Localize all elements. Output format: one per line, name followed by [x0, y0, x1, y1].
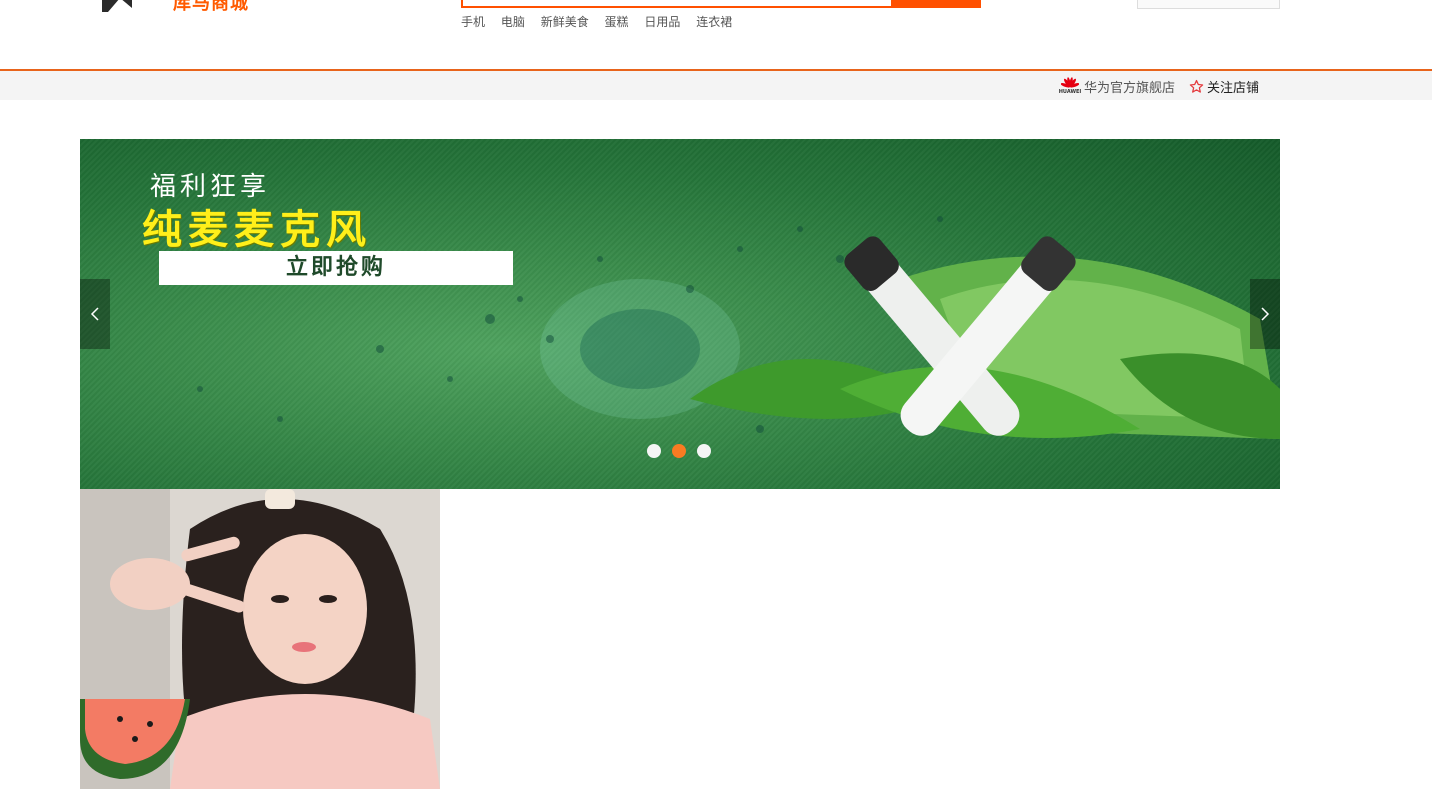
search-button[interactable] [891, 0, 981, 8]
follow-shop-label: 关注店铺 [1207, 80, 1260, 96]
carousel-dot-2[interactable] [672, 444, 686, 458]
hot-word-link[interactable]: 蛋糕 [605, 15, 629, 29]
hot-word-link[interactable]: 日用品 [644, 15, 680, 29]
follow-shop-button[interactable]: 关注店铺 [1189, 77, 1259, 96]
banner-carousel[interactable]: 福利狂享 纯麦麦克风 立即抢购 [80, 139, 1280, 489]
chevron-left-icon [90, 307, 99, 321]
banner-title: 纯麦麦克风 [142, 207, 372, 253]
star-outline-icon [1189, 79, 1204, 93]
shop-info: HUAWEI 华为官方旗舰店 关注店铺 [1059, 76, 1259, 96]
product-photo[interactable] [80, 489, 440, 789]
huawei-logo-icon: HUAWEI [1059, 76, 1081, 96]
shop-name-link[interactable]: 华为官方旗舰店 [1084, 77, 1175, 96]
search-input[interactable] [461, 0, 893, 8]
header-cart-box[interactable] [1137, 0, 1280, 9]
person-photo-image [80, 489, 440, 789]
chevron-right-icon [1261, 307, 1270, 321]
carousel-dot-3[interactable] [697, 444, 711, 458]
huawei-logo-text: HUAWEI [1058, 89, 1082, 95]
carousel-prev-button[interactable] [80, 279, 110, 349]
site-logo-text[interactable]: 库马商城 [173, 0, 249, 15]
buy-now-button[interactable]: 立即抢购 [159, 251, 513, 285]
hot-search-words: 手机 电脑 新鲜美食 蛋糕 日用品 连衣裙 [461, 13, 744, 30]
site-logo-icon[interactable] [100, 0, 134, 12]
carousel-dot-1[interactable] [647, 444, 661, 458]
carousel-next-button[interactable] [1250, 279, 1280, 349]
hot-word-link[interactable]: 手机 [461, 15, 485, 29]
shop-bar: HUAWEI 华为官方旗舰店 关注店铺 [0, 69, 1432, 100]
carousel-dots [647, 444, 722, 458]
hot-word-link[interactable]: 电脑 [501, 15, 525, 29]
hot-word-link[interactable]: 新鲜美食 [541, 15, 589, 29]
hot-word-link[interactable]: 连衣裙 [696, 15, 732, 29]
